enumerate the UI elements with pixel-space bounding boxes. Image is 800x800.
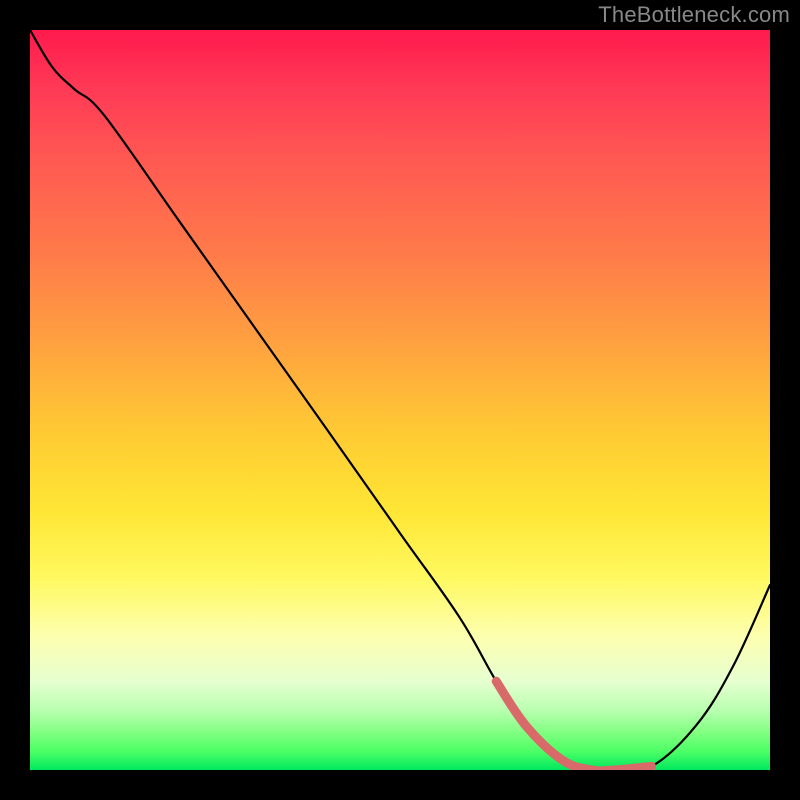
plot-area — [30, 30, 770, 770]
watermark-text: TheBottleneck.com — [598, 2, 790, 28]
chart-svg — [30, 30, 770, 770]
highlight-curve — [496, 681, 651, 770]
chart-container: TheBottleneck.com — [0, 0, 800, 800]
main-curve — [30, 30, 770, 770]
